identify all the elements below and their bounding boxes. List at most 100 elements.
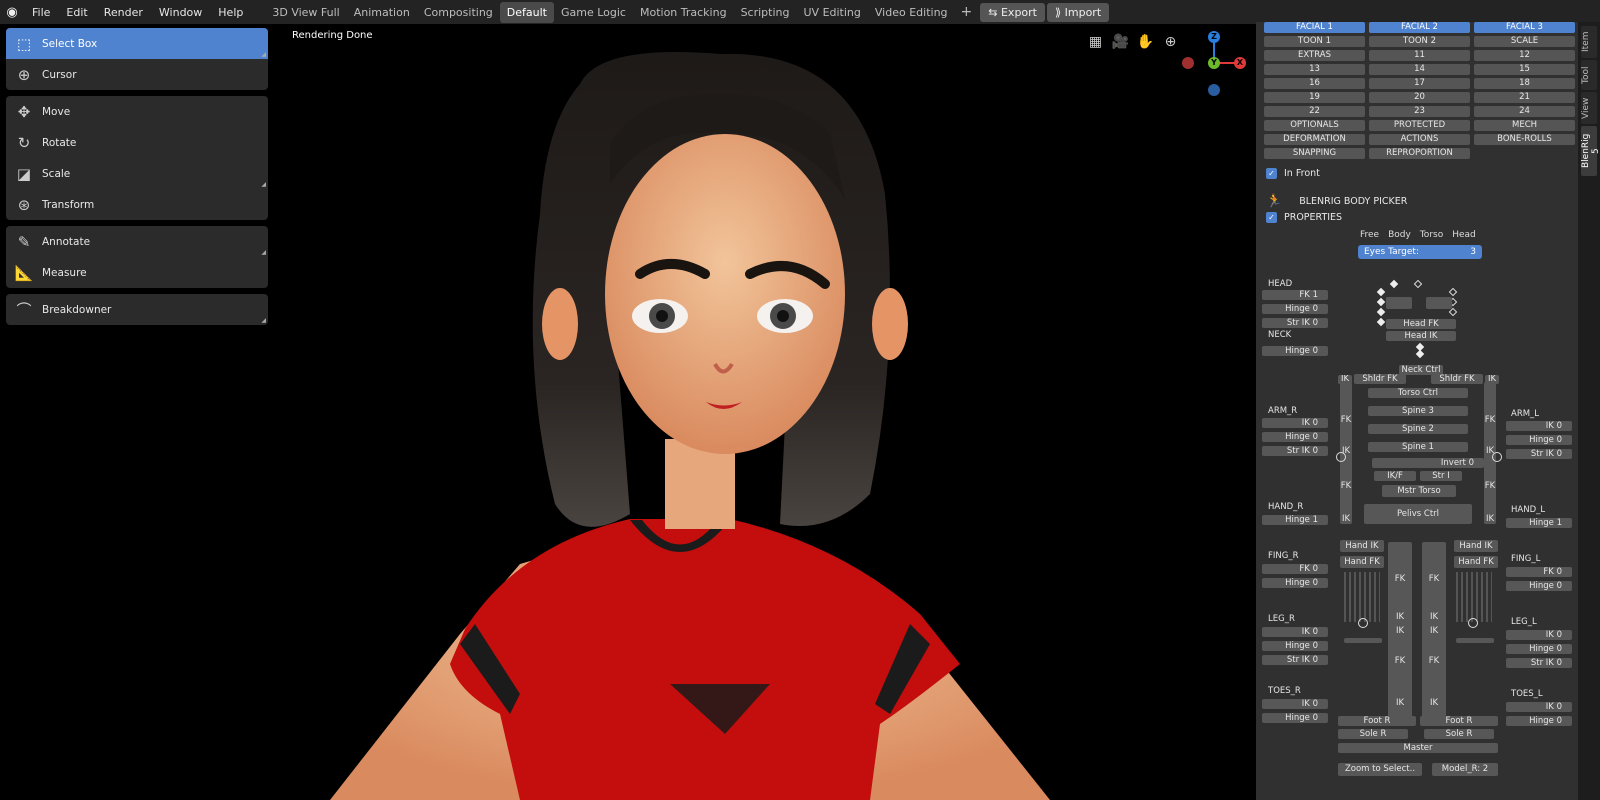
- head-marker[interactable]: [1376, 307, 1386, 317]
- tab-motion-tracking[interactable]: Motion Tracking: [633, 2, 734, 23]
- mode-head[interactable]: Head: [1452, 230, 1476, 240]
- arm-l-ik2-label[interactable]: IK: [1484, 514, 1496, 524]
- toes-l-hinge-button[interactable]: Hinge 0: [1506, 716, 1572, 726]
- arm-r-fk-label[interactable]: FK: [1340, 415, 1352, 425]
- layer-button[interactable]: ACTIONS: [1369, 134, 1470, 145]
- tool-measure[interactable]: 📐 Measure: [6, 257, 268, 288]
- layer-button[interactable]: EXTRAS: [1264, 50, 1365, 61]
- head-fk-picker-button[interactable]: Head FK: [1386, 319, 1456, 329]
- layer-button[interactable]: TOON 2: [1369, 36, 1470, 47]
- fing-l-hinge-button[interactable]: Hinge 0: [1506, 581, 1572, 591]
- leg-r-slider[interactable]: [1344, 638, 1382, 643]
- tab-view[interactable]: View: [1581, 92, 1597, 124]
- shldr-fk-l-button[interactable]: Shldr FK: [1431, 374, 1483, 384]
- spine3-button[interactable]: Spine 3: [1368, 406, 1468, 416]
- sole-l-button[interactable]: Sole R: [1424, 729, 1494, 739]
- tab-3d-view-full[interactable]: 3D View Full: [265, 2, 346, 23]
- head-str-ik-button[interactable]: Str IK 0: [1262, 318, 1328, 328]
- layer-button[interactable]: BONE-ROLLS: [1474, 134, 1575, 145]
- foot-r-button[interactable]: Foot R: [1338, 716, 1416, 726]
- arm-l-str-ik-button[interactable]: Str IK 0: [1506, 449, 1572, 459]
- leg-r-fk2-label[interactable]: FK: [1388, 656, 1412, 666]
- gizmo-x-axis[interactable]: X: [1234, 57, 1246, 69]
- invert-button[interactable]: Invert 0: [1372, 458, 1484, 468]
- tab-uv-editing[interactable]: UV Editing: [797, 2, 868, 23]
- mode-free[interactable]: Free: [1360, 230, 1379, 240]
- eyes-target-slider[interactable]: Eyes Target: 3: [1358, 245, 1482, 259]
- layer-button[interactable]: 12: [1474, 50, 1575, 61]
- layer-button[interactable]: 17: [1369, 78, 1470, 89]
- layer-button[interactable]: PROTECTED: [1369, 120, 1470, 131]
- hand-ik-r-button[interactable]: Hand IK: [1340, 540, 1384, 552]
- mstr-torso-button[interactable]: Mstr Torso: [1382, 485, 1456, 497]
- hand-r-hinge-button[interactable]: Hinge 1: [1262, 515, 1328, 525]
- head-hinge-button[interactable]: Hinge 0: [1262, 304, 1328, 314]
- leg-r-hinge-button[interactable]: Hinge 0: [1262, 641, 1328, 651]
- toes-l-ik-button[interactable]: IK 0: [1506, 702, 1572, 712]
- leg-l-ik-button[interactable]: IK 0: [1506, 630, 1572, 640]
- grid-toggle-icon[interactable]: ▦: [1086, 34, 1105, 51]
- layer-button[interactable]: 11: [1369, 50, 1470, 61]
- fingers-l-picker[interactable]: [1456, 572, 1492, 622]
- leg-l-ik3-label[interactable]: IK: [1422, 698, 1446, 708]
- head-marker[interactable]: [1376, 287, 1386, 297]
- neck-hinge-button[interactable]: Hinge 0: [1262, 346, 1328, 356]
- sole-r-button[interactable]: Sole R: [1338, 729, 1408, 739]
- hand-fk-l-button[interactable]: Hand FK: [1454, 556, 1498, 568]
- import-button[interactable]: ⟫ Import: [1047, 2, 1110, 22]
- layer-button[interactable]: FACIAL 2: [1369, 22, 1470, 33]
- spine1-button[interactable]: Spine 1: [1368, 442, 1468, 452]
- leg-l-hinge-button[interactable]: Hinge 0: [1506, 644, 1572, 654]
- model-r-button[interactable]: Model_R: 2: [1432, 763, 1498, 776]
- tool-breakdowner[interactable]: ⌒ Breakdowner ◢: [6, 294, 268, 325]
- tab-game-logic[interactable]: Game Logic: [554, 2, 633, 23]
- layer-button[interactable]: 16: [1264, 78, 1365, 89]
- arm-r-ik2-label[interactable]: IK: [1340, 514, 1352, 524]
- camera-view-icon[interactable]: 🎥: [1111, 34, 1130, 51]
- layer-button[interactable]: OPTIONALS: [1264, 120, 1365, 131]
- tool-move[interactable]: ✥ Move: [6, 96, 268, 127]
- arm-r-fk2-label[interactable]: FK: [1340, 481, 1352, 491]
- layer-button[interactable]: 18: [1474, 78, 1575, 89]
- layer-button[interactable]: TOON 1: [1264, 36, 1365, 47]
- mode-torso[interactable]: Torso: [1420, 230, 1443, 240]
- pole-l-ring[interactable]: [1492, 452, 1502, 462]
- leg-r-str-ik-button[interactable]: Str IK 0: [1262, 655, 1328, 665]
- tool-select-box[interactable]: ⬚ Select Box ◢: [6, 28, 268, 59]
- neck-marker[interactable]: [1415, 349, 1425, 359]
- zoom-to-select-button[interactable]: Zoom to Select..: [1338, 763, 1422, 776]
- leg-l-ik2-label[interactable]: IK: [1422, 626, 1446, 636]
- pan-hand-icon[interactable]: ✋: [1136, 34, 1155, 51]
- tab-video-editing[interactable]: Video Editing: [868, 2, 955, 23]
- knee-l-ring[interactable]: [1468, 618, 1478, 628]
- tab-scripting[interactable]: Scripting: [734, 2, 797, 23]
- gizmo-z-axis[interactable]: Z: [1208, 31, 1220, 43]
- str-i-button[interactable]: Str I: [1420, 471, 1462, 481]
- leg-l-fk-label[interactable]: FK: [1422, 574, 1446, 584]
- toes-r-hinge-button[interactable]: Hinge 0: [1262, 713, 1328, 723]
- pole-r-ring[interactable]: [1336, 452, 1346, 462]
- fingers-r-picker[interactable]: [1344, 572, 1380, 622]
- tool-scale[interactable]: ◪ Scale ◢: [6, 158, 268, 189]
- leg-l-slider[interactable]: [1456, 638, 1494, 643]
- layer-button[interactable]: 23: [1369, 106, 1470, 117]
- gizmo-neg-z[interactable]: [1208, 84, 1220, 96]
- tool-rotate[interactable]: ↻ Rotate: [6, 127, 268, 158]
- head-marker[interactable]: [1448, 287, 1458, 297]
- fing-l-fk-button[interactable]: FK 0: [1506, 567, 1572, 577]
- arm-r-str-ik-button[interactable]: Str IK 0: [1262, 446, 1328, 456]
- layer-button[interactable]: MECH: [1474, 120, 1575, 131]
- head-fk-button[interactable]: FK 1: [1262, 290, 1328, 300]
- tab-tool[interactable]: Tool: [1581, 60, 1597, 90]
- menu-edit[interactable]: Edit: [58, 6, 95, 19]
- leg-l-ik-label[interactable]: IK: [1422, 612, 1446, 622]
- master-button[interactable]: Master: [1338, 743, 1498, 753]
- add-workspace-button[interactable]: +: [955, 4, 979, 20]
- tab-item[interactable]: Item: [1581, 26, 1597, 58]
- export-button[interactable]: ⇆ Export: [980, 2, 1045, 22]
- layer-button[interactable]: DEFORMATION: [1264, 134, 1365, 145]
- layer-button[interactable]: 24: [1474, 106, 1575, 117]
- tab-blenrig-5[interactable]: BlenRig 5: [1581, 126, 1600, 176]
- leg-r-ik2-label[interactable]: IK: [1388, 626, 1412, 636]
- menu-render[interactable]: Render: [96, 6, 151, 19]
